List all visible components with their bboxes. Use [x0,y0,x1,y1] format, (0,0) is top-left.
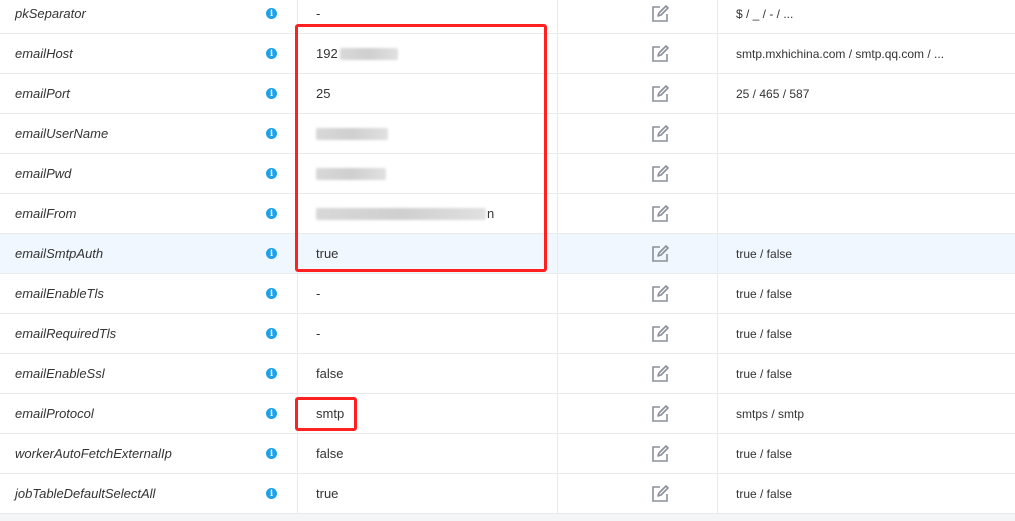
config-key: workerAutoFetchExternalIp [15,446,172,461]
edit-icon[interactable] [651,324,669,343]
edit-button[interactable] [557,74,717,113]
table-row: jobTableDefaultSelectAll i true true / f… [0,474,1015,514]
config-value: false [297,434,557,473]
edit-icon[interactable] [651,164,669,183]
table-row: workerAutoFetchExternalIp i false true /… [0,434,1015,474]
edit-button[interactable] [557,274,717,313]
config-table: pkSeparator i - $ / _ / - / ... emailHos… [0,0,1015,514]
redacted-blur [316,167,386,180]
table-row: emailEnableSsl i false true / false [0,354,1015,394]
config-value: 192 [297,34,557,73]
config-key: emailEnableSsl [15,366,105,381]
edit-icon[interactable] [651,284,669,303]
config-value: - [297,274,557,313]
edit-icon[interactable] [651,484,669,503]
config-value: - [297,0,557,33]
config-options: true / false [717,434,1015,473]
config-key: emailProtocol [15,406,94,421]
edit-button[interactable] [557,0,717,33]
table-row: emailSmtpAuth i true true / false [0,234,1015,274]
config-key: emailPwd [15,166,72,181]
config-key: emailPort [15,86,70,101]
config-value: false [297,354,557,393]
config-key: emailRequiredTls [15,326,117,341]
edit-icon[interactable] [651,244,669,263]
config-key: emailFrom [15,206,77,221]
redacted-blur [316,127,388,140]
config-options: true / false [717,314,1015,353]
edit-icon[interactable] [651,444,669,463]
edit-button[interactable] [557,434,717,473]
edit-icon[interactable] [651,44,669,63]
config-value: smtp [297,394,557,433]
config-options: true / false [717,474,1015,513]
table-row: emailEnableTls i - true / false [0,274,1015,314]
info-icon[interactable]: i [266,8,277,19]
config-options [717,154,1015,193]
config-options: smtp.mxhichina.com / smtp.qq.com / ... [717,34,1015,73]
edit-icon[interactable] [651,204,669,223]
config-key: emailEnableTls [15,286,104,301]
edit-icon[interactable] [651,404,669,423]
info-icon[interactable]: i [266,408,277,419]
config-key: emailUserName [15,126,109,141]
info-icon[interactable]: i [266,288,277,299]
edit-icon[interactable] [651,4,669,23]
edit-icon[interactable] [651,124,669,143]
edit-button[interactable] [557,154,717,193]
edit-button[interactable] [557,194,717,233]
table-row: emailProtocol i smtp smtps / smtp [0,394,1015,434]
edit-icon[interactable] [651,364,669,383]
table-row: emailFrom i n [0,194,1015,234]
edit-button[interactable] [557,314,717,353]
config-value: n [297,194,557,233]
config-options: smtps / smtp [717,394,1015,433]
config-key: pkSeparator [15,6,86,21]
config-key: jobTableDefaultSelectAll [15,486,156,501]
info-icon[interactable]: i [266,128,277,139]
edit-button[interactable] [557,114,717,153]
info-icon[interactable]: i [266,328,277,339]
info-icon[interactable]: i [266,368,277,379]
edit-button[interactable] [557,234,717,273]
config-options: 25 / 465 / 587 [717,74,1015,113]
table-row: emailRequiredTls i - true / false [0,314,1015,354]
edit-button[interactable] [557,474,717,513]
edit-button[interactable] [557,354,717,393]
table-row: pkSeparator i - $ / _ / - / ... [0,0,1015,34]
config-value: - [297,314,557,353]
config-value [297,114,557,153]
config-value: true [297,474,557,513]
table-row: emailUserName i [0,114,1015,154]
config-value [297,154,557,193]
edit-button[interactable] [557,394,717,433]
table-row: emailPwd i [0,154,1015,194]
config-value: true [297,234,557,273]
info-icon[interactable]: i [266,488,277,499]
redacted-blur [339,47,398,60]
edit-icon[interactable] [651,84,669,103]
info-icon[interactable]: i [266,48,277,59]
info-icon[interactable]: i [266,248,277,259]
edit-button[interactable] [557,34,717,73]
table-row: emailPort i 25 25 / 465 / 587 [0,74,1015,114]
config-key: emailHost [15,46,73,61]
config-value: 25 [297,74,557,113]
config-options: true / false [717,274,1015,313]
config-options [717,194,1015,233]
table-row: emailHost i 192 smtp.mxhichina.com / smt… [0,34,1015,74]
info-icon[interactable]: i [266,88,277,99]
info-icon[interactable]: i [266,208,277,219]
config-options: $ / _ / - / ... [717,0,1015,33]
info-icon[interactable]: i [266,168,277,179]
config-options: true / false [717,354,1015,393]
config-options: true / false [717,234,1015,273]
redacted-blur [316,207,486,220]
config-key: emailSmtpAuth [15,246,104,261]
config-options [717,114,1015,153]
info-icon[interactable]: i [266,448,277,459]
